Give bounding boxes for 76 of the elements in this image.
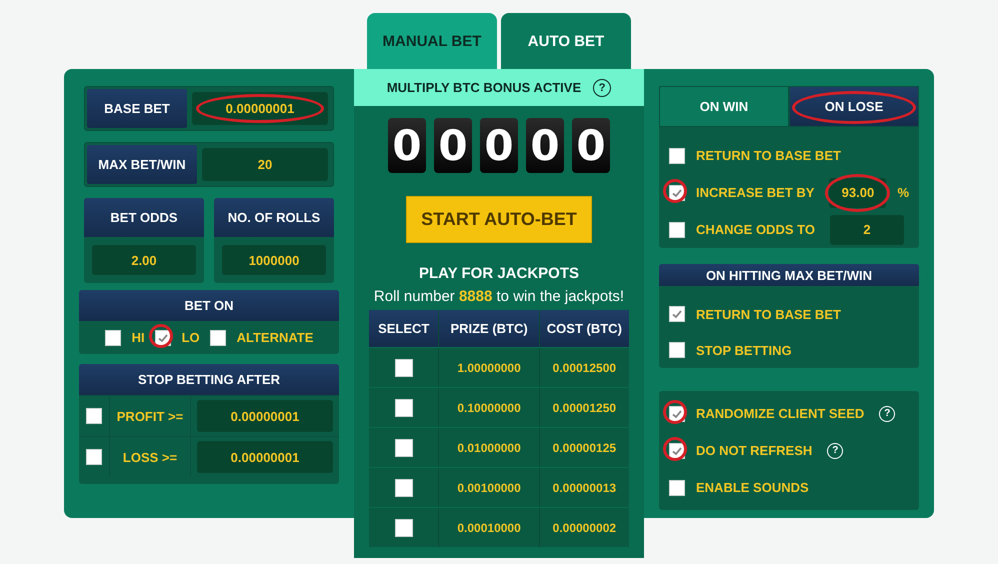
checkbox[interactable] [669,306,685,322]
option-label: DO NOT REFRESH [696,443,812,458]
mode-tab[interactable]: MANUAL BET [367,13,497,69]
panel-header: ON HITTING MAX BET/WIN [659,264,919,286]
table-cell: 0.00010000 [439,508,540,547]
check-icon [671,408,683,420]
column-header: COST (BTC) [546,320,623,338]
checkbox[interactable] [669,342,685,358]
outcome-tab[interactable]: ON WIN [659,86,789,127]
table-cell: 0.00100000 [439,468,540,507]
input-field[interactable]: 1000000 [222,245,326,275]
input-field[interactable]: 0.00000001 [197,441,333,473]
table-cell-text: 0.00000013 [552,480,618,496]
help-icon[interactable]: ? [593,78,612,96]
checkbox[interactable] [669,148,685,164]
counter-digit: 0 [434,118,472,173]
counter-digit: 0 [388,118,426,173]
table-cell-text: 0.00000125 [552,440,618,456]
start-auto-bet-button[interactable]: START AUTO-BET [406,196,592,243]
column-header: SELECT [369,310,440,347]
table-cell: 0.01000000 [439,428,540,467]
option-label: RETURN TO BASE BET [696,306,841,322]
help-icon[interactable]: ? [879,406,896,422]
counter-digit: 0 [480,118,518,173]
jackpot-text: Roll number 8888 to win the jackpots! [374,288,624,305]
condition-label: LOSS >= [110,437,191,477]
counter-digit: 0 [526,118,564,173]
option-label: ALTERNATE [236,330,314,345]
check-icon [671,186,683,198]
option-label: RETURN TO BASE BET [696,148,841,163]
checkbox[interactable] [669,480,685,496]
card-header: NO. OF ROLLS [214,198,334,237]
option-label: RANDOMIZE CLIENT SEED [696,406,864,421]
condition-label: PROFIT >= [110,396,191,436]
card-header: BET ODDS [84,198,204,237]
option-label: STOP BETTING [696,342,792,358]
counter-digit: 0 [572,118,610,173]
table-cell-text: 0.00001250 [552,400,618,416]
table-cell: 1.00000000 [439,348,540,387]
checkbox[interactable] [394,518,413,536]
field-label: BASE BET [87,89,187,128]
checkbox[interactable] [210,330,226,346]
panel-header: STOP BETTING AFTER [79,364,339,395]
input-field[interactable]: 0.00000001 [197,400,333,432]
input-field[interactable]: 0.00000001 [192,92,328,125]
check-icon [156,332,169,344]
check-icon [671,308,683,320]
checkbox[interactable] [86,408,102,424]
option-label: ENABLE SOUNDS [696,480,809,495]
option-label: LO [182,330,200,345]
unit-label: % [897,185,909,200]
checkbox[interactable] [394,358,413,376]
bonus-text: MULTIPLY BTC BONUS ACTIVE [386,80,582,95]
input-field[interactable]: 2.00 [92,245,196,275]
table-cell: 0.10000000 [439,388,540,427]
field-label: MAX BET/WIN [87,145,197,184]
option-label: HI [132,330,145,345]
column-header: PRIZE (BTC) [439,310,540,347]
option-label: INCREASE BET BY [696,185,814,200]
checkbox[interactable] [104,330,121,346]
input-field[interactable]: 20 [202,148,328,181]
jackpot-title: PLAY FOR JACKPOTS [418,265,580,282]
checkbox[interactable] [394,438,413,456]
option-label: CHANGE ODDS TO [696,222,815,237]
outcome-tab[interactable]: ON LOSE [789,86,919,127]
input-field[interactable]: 2 [830,214,904,244]
check-icon [671,444,683,456]
panel-header: BET ON [79,290,339,321]
checkbox[interactable] [669,222,685,238]
help-icon[interactable]: ? [827,442,844,458]
mode-tab[interactable]: AUTO BET [501,13,631,69]
checkbox[interactable] [86,449,102,465]
checkbox[interactable] [394,478,413,496]
table-cell-text: 0.00012500 [552,360,618,376]
checkbox[interactable] [394,398,413,416]
table-cell-text: 0.00000002 [552,520,618,536]
